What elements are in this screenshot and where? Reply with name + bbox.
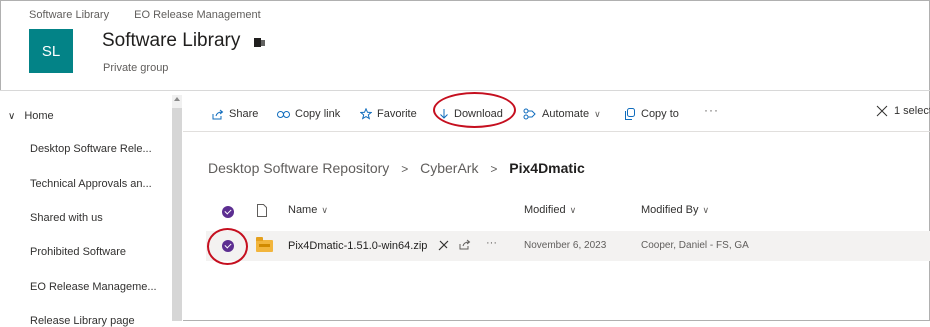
file-type-icon[interactable] <box>257 204 267 217</box>
star-icon <box>360 108 372 120</box>
chevron-down-icon: ∨ <box>569 204 577 215</box>
site-title[interactable]: Software Library <box>102 30 240 52</box>
favorite-button[interactable]: Favorite <box>360 108 417 120</box>
selection-status[interactable]: 1 select <box>876 105 930 117</box>
scroll-up-arrow-icon[interactable] <box>174 97 180 101</box>
hub-nav: Software Library EO Release Management <box>29 9 283 21</box>
zip-folder-icon <box>256 237 273 252</box>
automate-button[interactable]: Automate ∨ <box>523 108 601 120</box>
modified-by[interactable]: Cooper, Daniel - FS, GA <box>641 240 749 251</box>
download-highlight-ellipse <box>433 92 516 128</box>
copy-link-button[interactable]: Copy link <box>277 108 340 120</box>
hub-link-eo-release-management[interactable]: EO Release Management <box>134 9 261 21</box>
nav-item-home[interactable]: ∨ Home <box>8 110 54 122</box>
chevron-right-icon: > <box>401 162 409 176</box>
folder-breadcrumb: Desktop Software Repository > CyberArk >… <box>208 160 585 176</box>
row-more-actions-button[interactable]: ··· <box>486 237 497 249</box>
more-actions-button[interactable]: ··· <box>704 103 719 117</box>
automate-icon <box>523 108 536 120</box>
breadcrumb-cyberark[interactable]: CyberArk <box>420 160 478 176</box>
modified-date: November 6, 2023 <box>524 240 607 251</box>
chevron-down-icon: ∨ <box>321 204 328 215</box>
site-logo-tile[interactable]: SL <box>29 29 73 73</box>
copy-to-button[interactable]: Copy to <box>624 108 679 120</box>
site-subtitle: Private group <box>103 62 169 74</box>
breadcrumb-current-folder: Pix4Dmatic <box>509 160 585 176</box>
file-name-link[interactable]: Pix4Dmatic-1.51.0-win64.zip <box>288 240 427 252</box>
share-icon <box>212 109 224 119</box>
nav-item-prohibited-software[interactable]: Prohibited Software <box>30 246 126 258</box>
row-check-highlight-ellipse <box>207 228 248 265</box>
select-all-checkbox[interactable] <box>222 206 234 218</box>
left-nav: ∨ Home Desktop Software Rele... Technical… <box>0 91 183 327</box>
nav-item-shared-with-us[interactable]: Shared with us <box>30 212 103 224</box>
sidebar-scrollbar-thumb[interactable] <box>172 108 182 321</box>
column-header-name[interactable]: Name ∨ <box>288 204 328 216</box>
share-icon[interactable] <box>459 239 471 250</box>
nav-item-desktop-software-releases[interactable]: Desktop Software Rele... <box>30 143 152 155</box>
column-header-modified[interactable]: Modified ∨ <box>524 204 576 216</box>
checked-out-icon[interactable] <box>438 240 449 251</box>
nav-item-release-library[interactable]: Release Library page <box>30 315 135 327</box>
chevron-right-icon: > <box>490 162 498 176</box>
teams-icon[interactable] <box>254 37 266 48</box>
copy-icon <box>625 108 635 120</box>
chevron-down-icon: ∨ <box>594 108 601 119</box>
close-icon[interactable] <box>876 105 888 117</box>
column-header-modified-by[interactable]: Modified By ∨ <box>641 204 709 216</box>
link-icon <box>277 110 290 118</box>
hub-link-software-library[interactable]: Software Library <box>29 9 109 21</box>
breadcrumb-desktop-software-repository[interactable]: Desktop Software Repository <box>208 160 389 176</box>
chevron-down-icon: ∨ <box>702 204 710 215</box>
nav-item-eo-release-management[interactable]: EO Release Manageme... <box>30 281 157 293</box>
chevron-down-icon: ∨ <box>8 111 16 122</box>
share-button[interactable]: Share <box>212 108 258 120</box>
nav-item-technical-approvals[interactable]: Technical Approvals an... <box>30 178 152 190</box>
